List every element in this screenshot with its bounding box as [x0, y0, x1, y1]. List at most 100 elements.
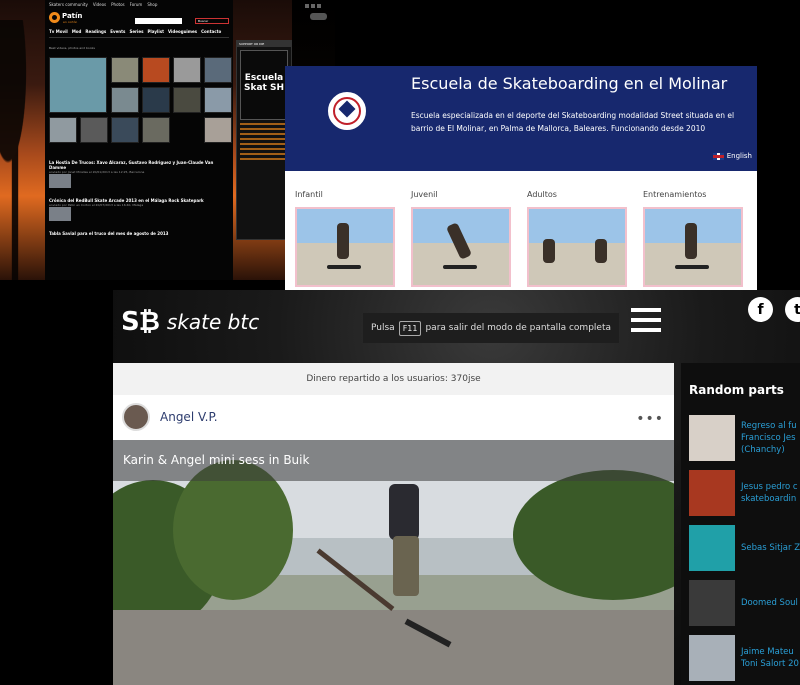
random-part-title[interactable]: Jaime Mateu Toni Salort 20 [741, 646, 800, 670]
gallery-photo[interactable] [204, 57, 232, 83]
category-image[interactable] [527, 207, 627, 287]
fullscreen-prefix: Pulsa [371, 323, 395, 333]
facebook-icon[interactable]: f [748, 297, 773, 322]
fullscreen-suffix: para salir del modo de pantalla completa [425, 323, 611, 333]
random-part-thumb[interactable] [689, 415, 735, 461]
category-infantil[interactable]: Infantil [295, 190, 399, 287]
random-part-title[interactable]: Sebas Sitjar Z [741, 542, 800, 554]
post-card: Dinero repartido a los usuarios: 370jse … [113, 363, 674, 685]
escuela-window: Escuela de Skateboarding en el Molinar E… [285, 66, 757, 296]
random-part-title[interactable]: Jesus pedro c skateboardin [741, 481, 800, 505]
fullscreen-notice: Pulsa F11 para salir del modo de pantall… [363, 313, 619, 343]
random-part-thumb[interactable] [689, 470, 735, 516]
random-part-item[interactable]: Jaime Mateu Toni Salort 20 [689, 635, 800, 681]
gallery-photo[interactable] [204, 117, 232, 143]
skater [371, 470, 431, 620]
nav-item[interactable]: Playlist [147, 29, 164, 34]
share-icon[interactable] [311, 4, 315, 8]
category-adultos[interactable]: Adultos [527, 190, 631, 287]
news-list: La Hostia De Trucos: Xavo Alcaraz, Gusta… [49, 160, 229, 236]
gallery-photo[interactable] [111, 57, 139, 83]
random-part-item[interactable]: Jesus pedro c skateboardin [689, 470, 800, 516]
twitter-icon[interactable]: t [785, 297, 800, 322]
random-parts-header: Random parts [689, 383, 784, 397]
sidebar-ad[interactable]: Escuela Skat SH [240, 50, 288, 120]
bitcoin-logo-icon: S₿ [121, 307, 160, 337]
nav-item[interactable]: Events [110, 29, 125, 34]
nav-item[interactable]: Mod [72, 29, 82, 34]
news-title[interactable]: Tabla Savial para el truco del mes de ag… [49, 231, 229, 236]
patin-logo[interactable]: Patín en cortón [49, 11, 89, 25]
random-part-thumb[interactable] [689, 635, 735, 681]
category-label: Infantil [295, 190, 323, 199]
random-part-title[interactable]: Regreso al fu Francisco Jes (Chanchy) [741, 420, 800, 456]
ground [113, 610, 674, 685]
f11-key: F11 [398, 320, 422, 336]
post-author: Angel V.P. [113, 395, 674, 439]
news-thumbnail[interactable] [49, 207, 71, 221]
patin-search-input[interactable] [135, 18, 182, 24]
gallery-photo[interactable] [49, 117, 77, 143]
hamburger-menu-icon[interactable] [631, 308, 661, 338]
news-title[interactable]: La Hostia De Trucos: Xavo Alcaraz, Gusta… [49, 160, 229, 170]
nav-item[interactable]: Readings [85, 29, 106, 34]
nav-item[interactable]: Contacto [201, 29, 221, 34]
topbar-link[interactable]: Videos [93, 2, 106, 7]
patin-search-button[interactable]: Buscar [195, 18, 229, 24]
nav-item[interactable]: Tv Movil [49, 29, 68, 34]
gallery-photo[interactable] [173, 57, 201, 83]
random-part-item[interactable]: Regreso al fu Francisco Jes (Chanchy) [689, 415, 800, 461]
escuela-emblem-icon[interactable] [328, 92, 366, 130]
escuela-header: Escuela de Skateboarding en el Molinar E… [285, 66, 757, 171]
category-label: Juvenil [411, 190, 438, 199]
tree [173, 460, 293, 600]
news-item: Tabla Savial para el truco del mes de ag… [49, 231, 229, 236]
gallery-photo[interactable] [49, 57, 107, 113]
category-image[interactable] [295, 207, 395, 287]
gallery-photo[interactable] [111, 117, 139, 143]
patin-topbar: Skaters community Videos Photos Forum Sh… [45, 0, 233, 8]
topbar-link[interactable]: Forum [130, 2, 143, 7]
nav-item[interactable]: Videoguimes [168, 29, 197, 34]
social-icons [305, 4, 321, 8]
news-item: La Hostia De Trucos: Xavo Alcaraz, Gusta… [49, 160, 229, 192]
category-juvenil[interactable]: Juvenil [411, 190, 515, 287]
share-icon[interactable] [305, 4, 309, 8]
gallery-photo[interactable] [111, 87, 139, 113]
language-switch[interactable]: English [712, 152, 752, 160]
category-entrenamientos[interactable]: Entrenamientos [643, 190, 747, 287]
category-image[interactable] [643, 207, 743, 287]
category-image[interactable] [411, 207, 511, 287]
gallery-photo[interactable] [204, 87, 232, 113]
topbar-link[interactable]: Shop [147, 2, 157, 7]
random-part-item[interactable]: Doomed Soul [689, 580, 800, 626]
news-thumbnail[interactable] [49, 174, 71, 188]
gallery-photo[interactable] [142, 117, 170, 143]
random-part-thumb[interactable] [689, 580, 735, 626]
divider [49, 37, 229, 38]
escuela-title: Escuela de Skateboarding en el Molinar [411, 74, 728, 93]
skatebtc-window: S₿ skate btc Pulsa F11 para salir del mo… [113, 290, 800, 685]
uk-flag-icon [712, 152, 724, 160]
random-parts-panel: Random parts Regreso al fu Francisco Jes… [681, 363, 800, 685]
gallery-photo[interactable] [80, 117, 108, 143]
palm-silhouette [0, 20, 50, 280]
tree [513, 470, 674, 600]
gallery-photo[interactable] [142, 57, 170, 83]
gallery-photo[interactable] [142, 87, 170, 113]
video-player[interactable]: Karin & Angel mini sess in Buik [113, 440, 674, 685]
skatebtc-logo[interactable]: S₿ skate btc [121, 306, 259, 337]
topbar-link[interactable]: Skaters community [49, 2, 88, 7]
avatar[interactable] [122, 403, 150, 431]
random-part-item[interactable]: Sebas Sitjar Z [689, 525, 800, 571]
random-part-thumb[interactable] [689, 525, 735, 571]
topbar-link[interactable]: Photos [111, 2, 125, 7]
gallery-photo[interactable] [173, 87, 201, 113]
more-options-icon[interactable]: ••• [636, 411, 664, 427]
author-name[interactable]: Angel V.P. [160, 410, 218, 424]
share-icon[interactable] [317, 4, 321, 8]
patin-logo-icon [49, 12, 60, 23]
brand-name: skate btc [166, 309, 260, 334]
nav-item[interactable]: Series [129, 29, 143, 34]
random-part-title[interactable]: Doomed Soul [741, 597, 798, 609]
